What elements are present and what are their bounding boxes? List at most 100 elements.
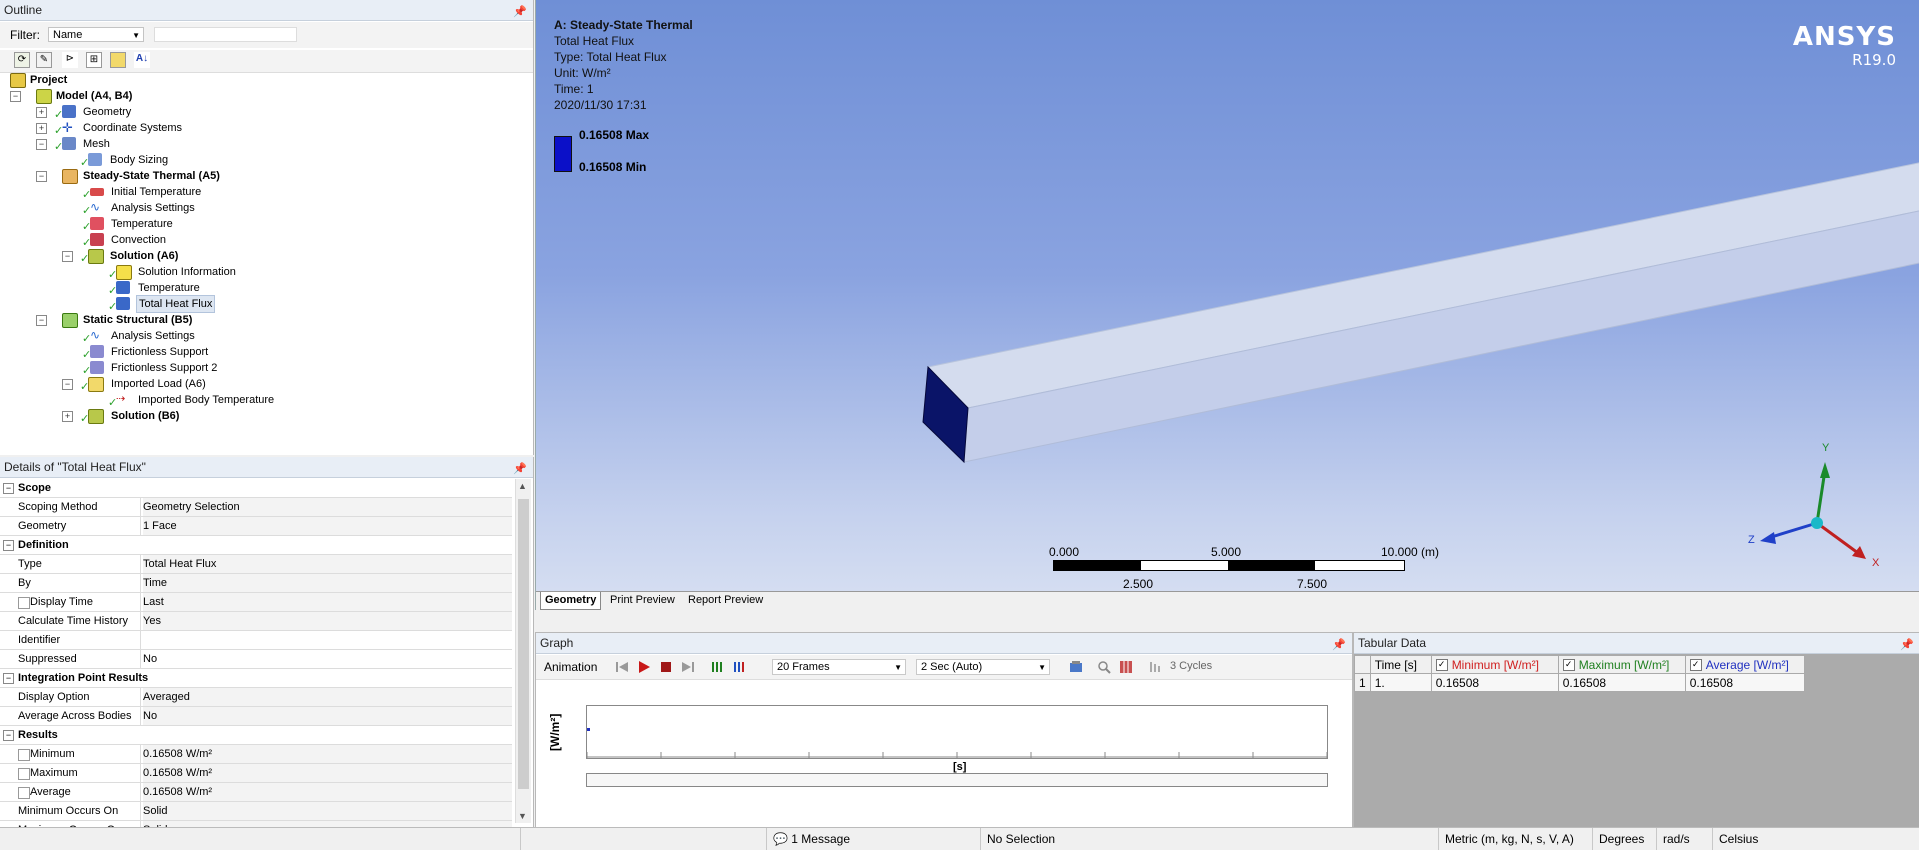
collapse-icon[interactable]: − — [62, 251, 73, 262]
parameter-checkbox[interactable] — [18, 597, 30, 609]
property-value[interactable]: Yes — [143, 612, 512, 630]
expand-icon[interactable]: + — [62, 411, 73, 422]
pin-icon[interactable]: 📌 — [513, 459, 527, 479]
details-row[interactable]: Display Time Last — [0, 593, 512, 612]
frames-select[interactable]: 20 Frames ▼ — [772, 659, 906, 675]
details-row[interactable]: Minimum Occurs On Solid — [0, 802, 512, 821]
scrollbar-thumb[interactable] — [518, 499, 529, 789]
collapse-icon[interactable]: − — [3, 483, 14, 494]
details-row[interactable]: Average Across Bodies No — [0, 707, 512, 726]
unit-system-status[interactable]: Metric (m, kg, N, s, V, A) — [1438, 828, 1593, 850]
pin-icon[interactable]: 📌 — [1900, 635, 1914, 655]
property-value[interactable]: Averaged — [143, 688, 512, 706]
scroll-up-icon[interactable]: ▲ — [518, 481, 527, 491]
column-header-minimum[interactable]: ✓ Minimum [W/m²] — [1430, 655, 1559, 674]
details-section-header[interactable]: − Results — [0, 726, 512, 745]
details-row[interactable]: Average 0.16508 W/m² — [0, 783, 512, 802]
temperature-unit-status[interactable]: Celsius — [1712, 828, 1799, 850]
details-row[interactable]: Identifier — [0, 631, 512, 650]
details-scrollbar[interactable]: ▲ ▼ — [515, 479, 531, 823]
collapse-icon[interactable]: − — [10, 91, 21, 102]
collapse-icon[interactable]: − — [3, 673, 14, 684]
property-value[interactable]: 1 Face — [143, 517, 512, 535]
table-row[interactable]: 1 1. 0.16508 0.16508 0.16508 — [1354, 673, 1805, 692]
property-value[interactable]: 0.16508 W/m² — [143, 745, 512, 763]
export-video-icon[interactable] — [1068, 659, 1084, 675]
collapse-icon[interactable]: − — [62, 379, 73, 390]
time-slider[interactable] — [586, 773, 1328, 787]
details-row[interactable]: Type Total Heat Flux — [0, 555, 512, 574]
details-section-header[interactable]: − Definition — [0, 536, 512, 555]
property-value[interactable]: Geometry Selection — [143, 498, 512, 516]
property-value[interactable]: Total Heat Flux — [143, 555, 512, 573]
stop-icon[interactable] — [658, 659, 674, 675]
graph-plot-area[interactable] — [586, 705, 1328, 759]
filter-select[interactable]: Name ▼ — [48, 27, 144, 42]
scroll-down-icon[interactable]: ▼ — [518, 811, 527, 821]
parameter-checkbox[interactable] — [18, 768, 30, 780]
property-value[interactable]: 0.16508 W/m² — [143, 783, 512, 801]
column-header-maximum[interactable]: ✓ Maximum [W/m²] — [1557, 655, 1686, 674]
property-value[interactable]: No — [143, 707, 512, 725]
property-value[interactable]: No — [143, 650, 512, 668]
messages-indicator[interactable]: 💬 1 Message — [766, 828, 983, 850]
graphics-viewport[interactable]: A: Steady-State Thermal Total Heat Flux … — [535, 0, 1919, 610]
previous-frame-icon[interactable] — [614, 659, 630, 675]
collapse-icon[interactable]: − — [36, 171, 47, 182]
collapse-icon[interactable]: − — [36, 139, 47, 150]
details-section-header[interactable]: − Integration Point Results — [0, 669, 512, 688]
analysis-settings-icon: ∿ — [90, 328, 101, 342]
filter-search-input[interactable] — [154, 27, 297, 42]
details-section-header[interactable]: − Scope — [0, 479, 512, 498]
property-value[interactable] — [143, 631, 512, 649]
tab-report-preview[interactable]: Report Preview — [684, 592, 767, 609]
collapse-icon[interactable]: − — [3, 540, 14, 551]
property-value[interactable]: Last — [143, 593, 512, 611]
pin-icon[interactable]: 📌 — [513, 2, 527, 22]
clear-icon[interactable]: ✎ — [36, 52, 52, 68]
angle-unit-status[interactable]: Degrees — [1592, 828, 1655, 850]
tab-geometry[interactable]: Geometry — [540, 592, 602, 610]
sort-icon[interactable]: A↓ — [134, 52, 150, 68]
parameter-checkbox[interactable] — [18, 749, 30, 761]
zoom-icon[interactable] — [1096, 659, 1112, 675]
grid-icon[interactable] — [1118, 659, 1134, 675]
coordinate-triad[interactable] — [1760, 462, 1866, 559]
details-row[interactable]: Suppressed No — [0, 650, 512, 669]
details-row[interactable]: Geometry 1 Face — [0, 517, 512, 536]
next-frame-icon[interactable] — [680, 659, 696, 675]
expand-icon[interactable]: + — [36, 123, 47, 134]
refresh-icon[interactable]: ⟳ — [14, 52, 30, 68]
pin-icon[interactable]: 📌 — [1332, 635, 1346, 655]
model-view[interactable] — [536, 0, 1919, 610]
details-row[interactable]: Minimum 0.16508 W/m² — [0, 745, 512, 764]
details-row[interactable]: Scoping Method Geometry Selection — [0, 498, 512, 517]
checkbox-checked-icon[interactable]: ✓ — [1689, 659, 1702, 672]
column-header-average[interactable]: ✓ Average [W/m²] — [1684, 655, 1805, 674]
property-value[interactable]: 0.16508 W/m² — [143, 764, 512, 782]
expand-all-icon[interactable]: ⊞ — [86, 52, 102, 68]
property-value[interactable]: Solid — [143, 802, 512, 820]
tabular-title: Tabular Data — [1358, 636, 1427, 650]
details-row[interactable]: By Time — [0, 574, 512, 593]
collapse-icon[interactable]: − — [36, 315, 47, 326]
tab-print-preview[interactable]: Print Preview — [606, 592, 679, 609]
column-header-time[interactable]: Time [s] — [1369, 655, 1432, 674]
details-row[interactable]: Maximum 0.16508 W/m² — [0, 764, 512, 783]
expand-tree-icon[interactable]: ⊳ — [62, 52, 78, 68]
parameter-checkbox[interactable] — [18, 787, 30, 799]
play-icon[interactable] — [636, 659, 652, 675]
details-row[interactable]: Display Option Averaged — [0, 688, 512, 707]
collapse-icon[interactable]: − — [3, 730, 14, 741]
property-value[interactable]: Time — [143, 574, 512, 592]
checkbox-checked-icon[interactable]: ✓ — [1562, 659, 1575, 672]
folder-icon[interactable] — [110, 52, 126, 68]
duration-select[interactable]: 2 Sec (Auto) ▼ — [916, 659, 1050, 675]
expand-icon[interactable]: + — [36, 107, 47, 118]
checkbox-checked-icon[interactable]: ✓ — [1435, 659, 1448, 672]
details-row[interactable]: Calculate Time History Yes — [0, 612, 512, 631]
cycles-icon[interactable] — [1148, 659, 1164, 675]
rotational-velocity-unit-status[interactable]: rad/s — [1656, 828, 1713, 850]
distributed-frames-icon[interactable] — [710, 659, 726, 675]
result-sets-icon[interactable] — [732, 659, 748, 675]
